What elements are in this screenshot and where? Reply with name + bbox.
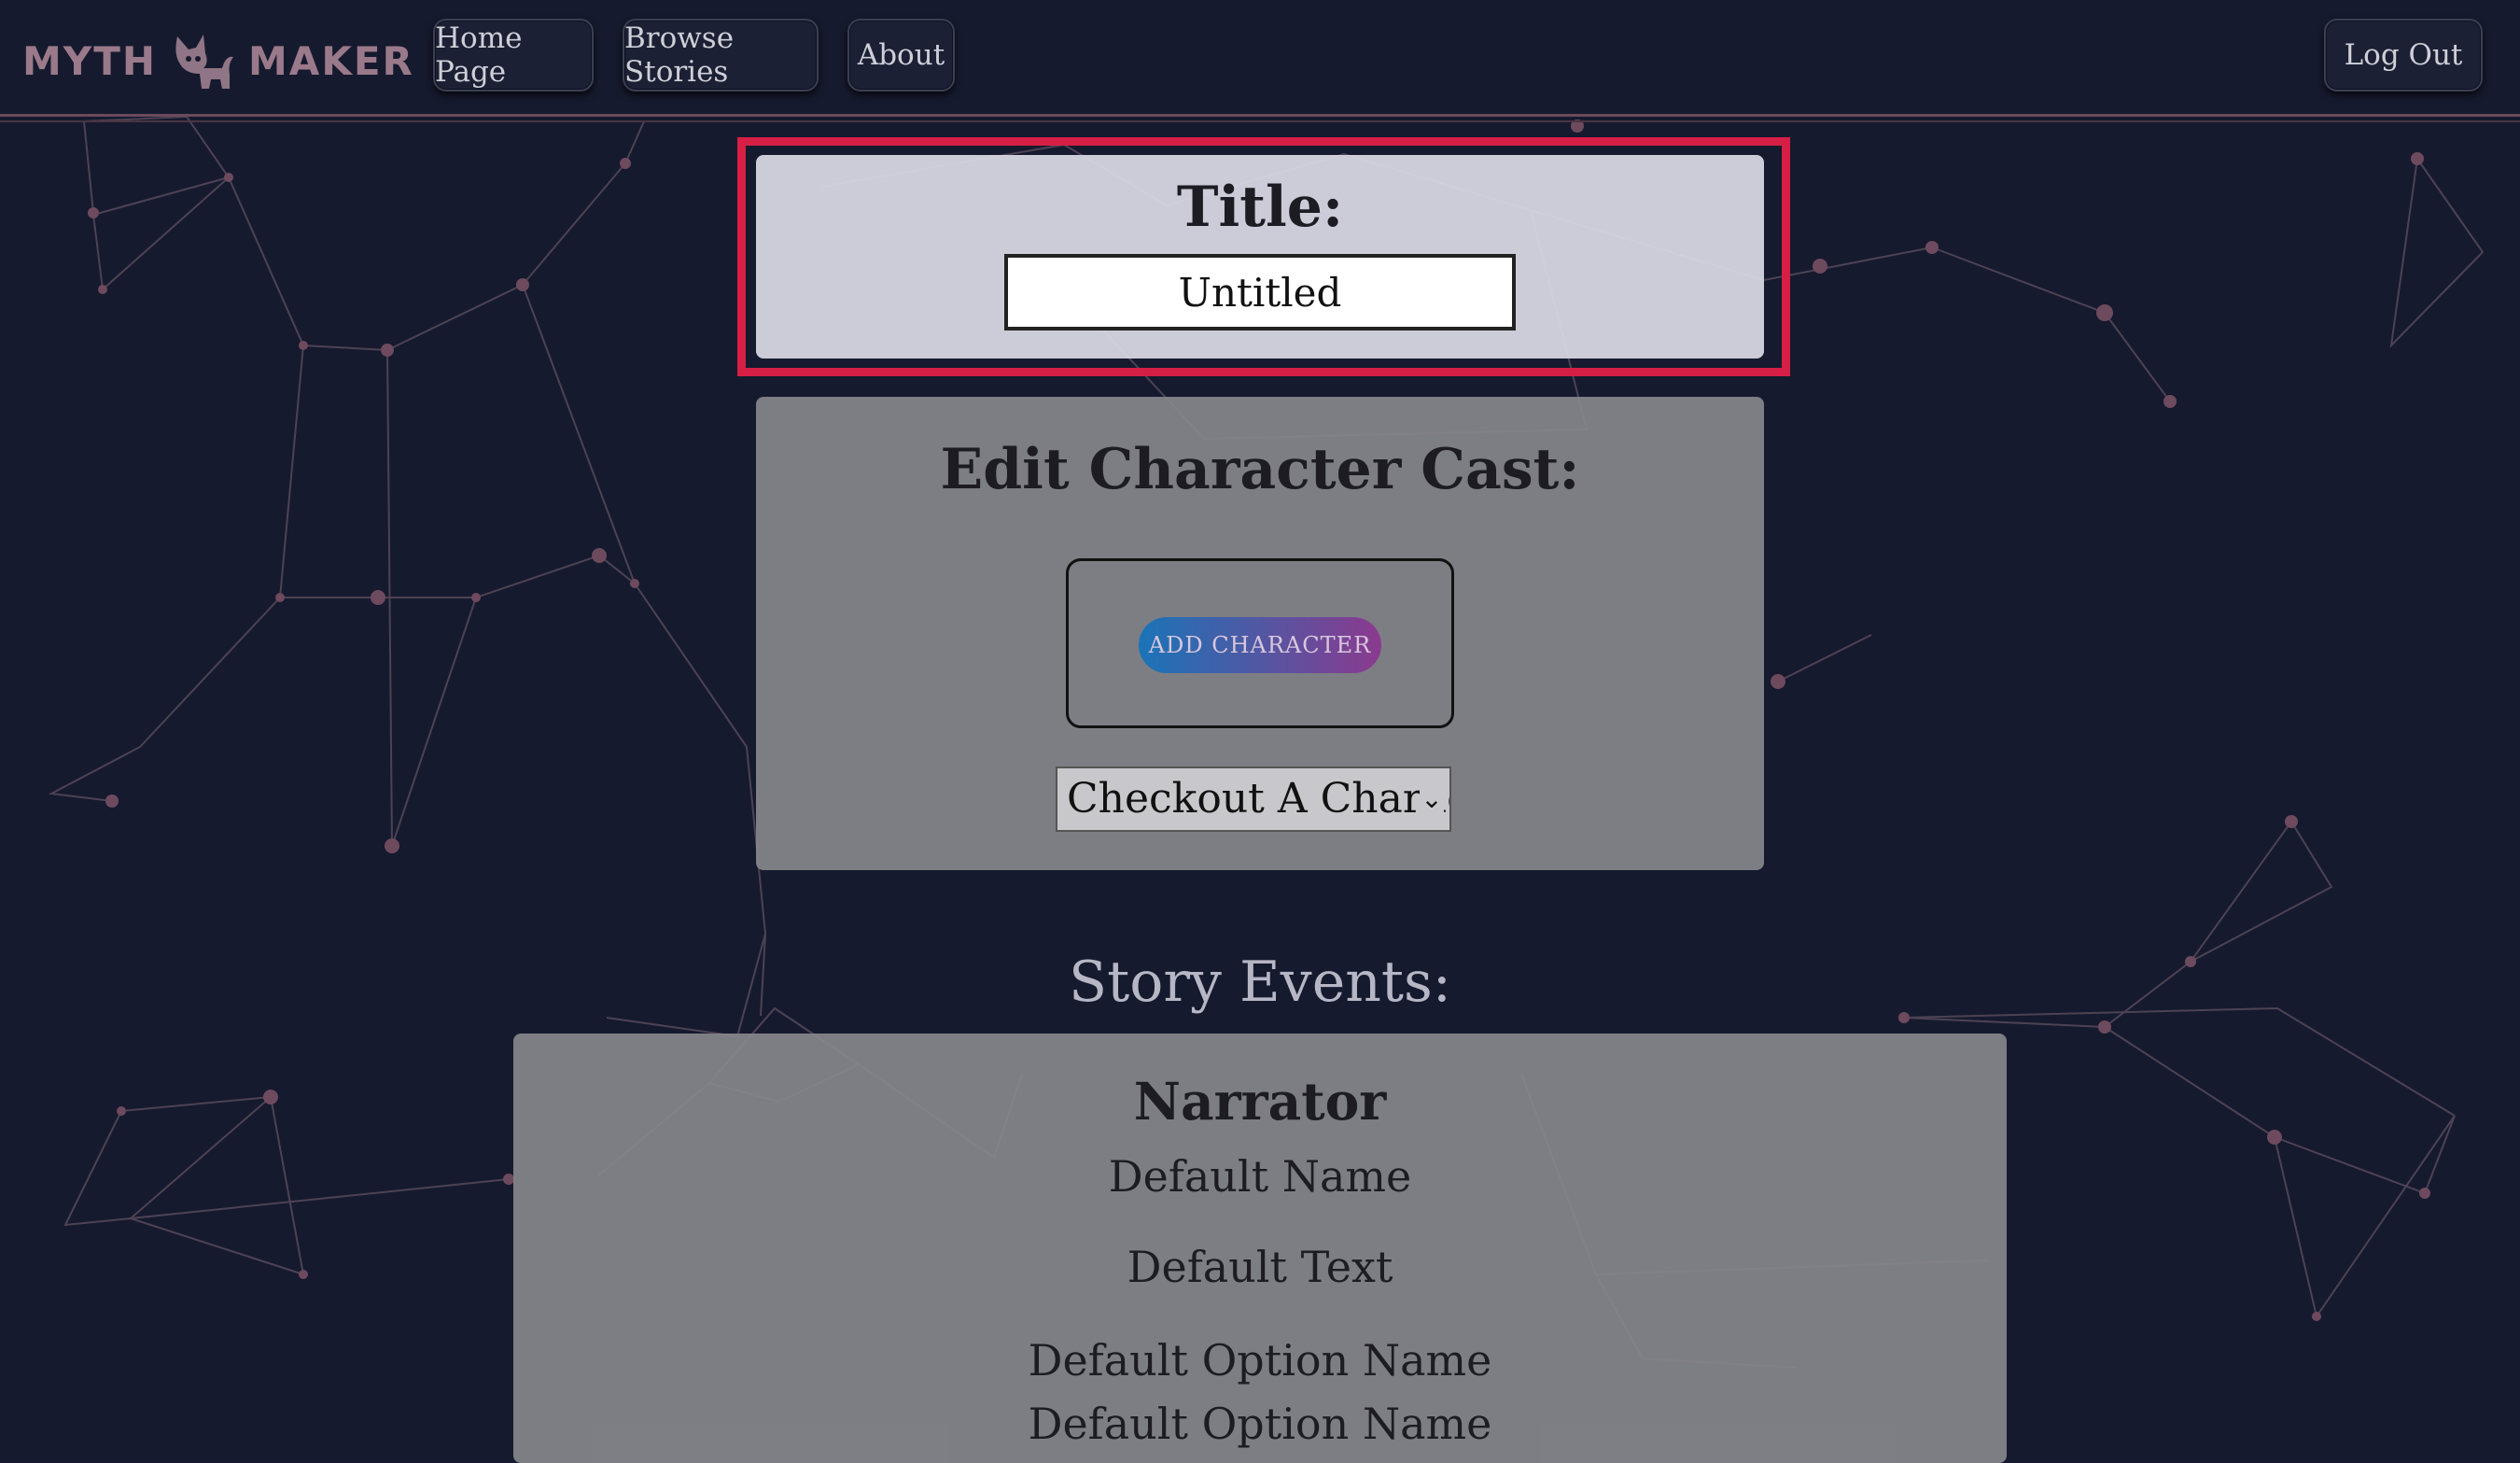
add-character-button[interactable]: ADD CHARACTER [1139, 617, 1381, 673]
brand-logo[interactable]: MYTH MAKER [22, 28, 414, 93]
event-name[interactable]: Default Name [513, 1134, 2007, 1218]
character-select-value: Checkout A Character [1067, 775, 1449, 823]
character-select[interactable]: Checkout A Character ⌄ [1056, 767, 1451, 832]
chevron-down-icon: ⌄ [1420, 768, 1444, 830]
top-navbar: MYTH MAKER Home Page Browse Stories Abou… [0, 0, 2520, 122]
cat-icon [175, 35, 234, 89]
log-out-button[interactable]: Log Out [2324, 19, 2483, 91]
story-events-heading: Story Events: [1069, 950, 1451, 1015]
browse-stories-button[interactable]: Browse Stories [623, 19, 819, 91]
event-option[interactable]: Default Option Name [513, 1402, 2007, 1445]
title-panel: Title: [756, 155, 1764, 359]
cast-heading: Edit Character Cast: [940, 437, 1580, 502]
brand-right-text: MAKER [248, 37, 414, 84]
event-option[interactable]: Default Option Name [513, 1315, 2007, 1405]
event-text[interactable]: Default Text [513, 1218, 2007, 1315]
about-button[interactable]: About [847, 19, 955, 91]
home-page-button[interactable]: Home Page [433, 19, 594, 91]
title-input[interactable] [1004, 254, 1516, 331]
character-cast-panel: Edit Character Cast: ADD CHARACTER Check… [756, 397, 1764, 870]
title-heading: Title: [1176, 175, 1344, 240]
event-speaker: Narrator [1133, 1071, 1387, 1132]
character-list-box: ADD CHARACTER [1066, 558, 1454, 728]
story-event-panel: Narrator Default Name Default Text Defau… [513, 1034, 2007, 1463]
brand-left-text: MYTH [22, 37, 158, 84]
